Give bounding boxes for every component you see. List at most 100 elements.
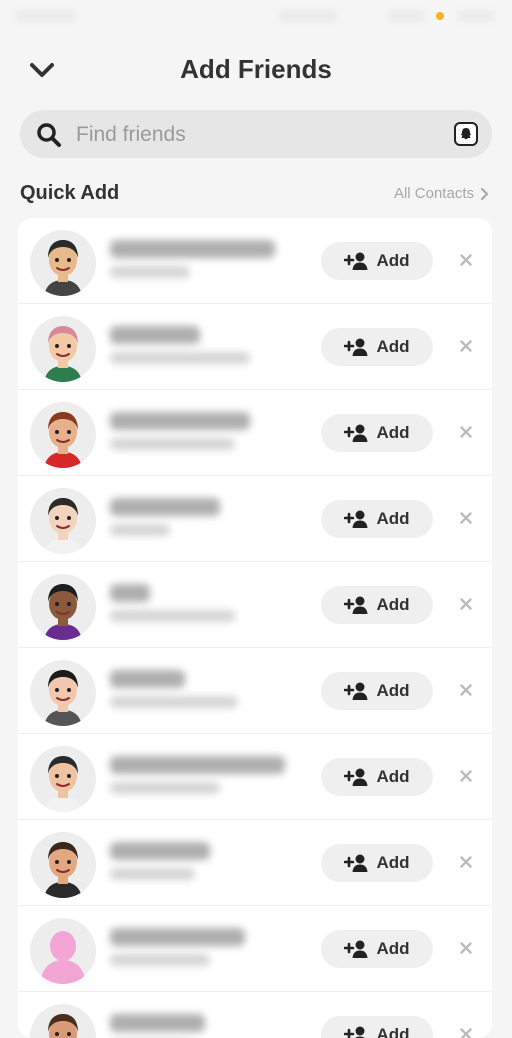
- add-friend-button[interactable]: Add: [321, 844, 433, 882]
- friend-name-blurred: [110, 412, 250, 430]
- avatar[interactable]: [30, 918, 96, 984]
- list-item[interactable]: Add: [18, 304, 492, 390]
- add-friend-button[interactable]: Add: [321, 672, 433, 710]
- bitmoji-avatar-glasses-bun-icon: [30, 746, 96, 812]
- add-friend-icon: [344, 337, 368, 357]
- list-item[interactable]: Add: [18, 992, 492, 1038]
- close-icon: [460, 426, 472, 438]
- add-friend-button[interactable]: Add: [321, 1016, 433, 1038]
- close-icon: [460, 856, 472, 868]
- dismiss-button[interactable]: [454, 248, 478, 272]
- avatar[interactable]: [30, 402, 96, 468]
- add-button-label: Add: [376, 423, 409, 443]
- close-icon: [460, 598, 472, 610]
- search-bar[interactable]: [20, 110, 492, 158]
- dismiss-button[interactable]: [454, 850, 478, 874]
- bitmoji-avatar-partial-icon: [30, 1004, 96, 1038]
- list-item[interactable]: Add: [18, 476, 492, 562]
- friend-name-blurred: [110, 1014, 205, 1032]
- friend-username-blurred: [110, 868, 195, 880]
- add-button-label: Add: [376, 509, 409, 529]
- page-title: Add Friends: [0, 54, 512, 85]
- close-icon: [460, 254, 472, 266]
- avatar[interactable]: [30, 660, 96, 726]
- friend-name-blurred: [110, 498, 220, 516]
- battery-saver-dot-icon: [436, 12, 444, 20]
- list-item[interactable]: Add: [18, 562, 492, 648]
- close-icon: [460, 770, 472, 782]
- add-friend-icon: [344, 595, 368, 615]
- add-friend-icon: [344, 509, 368, 529]
- avatar[interactable]: [30, 488, 96, 554]
- add-friend-button[interactable]: Add: [321, 586, 433, 624]
- add-friend-button[interactable]: Add: [321, 328, 433, 366]
- add-friend-icon: [344, 1025, 368, 1038]
- default-avatar-silhouette-icon: [30, 918, 96, 984]
- friend-name-blurred: [110, 240, 275, 258]
- friend-username-blurred: [110, 438, 235, 450]
- dismiss-button[interactable]: [454, 1022, 478, 1038]
- friend-username-blurred: [110, 954, 210, 966]
- add-button-label: Add: [376, 853, 409, 873]
- bitmoji-avatar-beard-icon: [30, 230, 96, 296]
- list-item[interactable]: Add: [18, 648, 492, 734]
- add-friend-button[interactable]: Add: [321, 930, 433, 968]
- dismiss-button[interactable]: [454, 506, 478, 530]
- add-friend-button[interactable]: Add: [321, 758, 433, 796]
- add-friend-icon: [344, 251, 368, 271]
- close-icon: [460, 684, 472, 696]
- dismiss-button[interactable]: [454, 592, 478, 616]
- friend-name-blurred: [110, 326, 200, 344]
- add-friend-icon: [344, 853, 368, 873]
- avatar[interactable]: [30, 316, 96, 382]
- bitmoji-avatar-sunglasses-bun-icon: [30, 488, 96, 554]
- quick-add-list: Add Add: [18, 218, 492, 1038]
- avatar[interactable]: [30, 1004, 96, 1038]
- avatar[interactable]: [30, 746, 96, 812]
- status-icons: [278, 10, 498, 22]
- bitmoji-avatar-headphones-icon: [30, 832, 96, 898]
- friend-name-blurred: [110, 670, 185, 688]
- bitmoji-avatar-dark-hair-icon: [30, 660, 96, 726]
- add-friend-icon: [344, 939, 368, 959]
- avatar[interactable]: [30, 574, 96, 640]
- close-icon: [460, 1028, 472, 1038]
- add-button-label: Add: [376, 767, 409, 787]
- friend-username-blurred: [110, 610, 235, 622]
- list-item[interactable]: Add: [18, 820, 492, 906]
- status-time-blurred: [16, 10, 76, 22]
- friend-username-blurred: [110, 266, 190, 278]
- status-bar: [0, 0, 512, 34]
- snapcode-scan-button[interactable]: [454, 122, 478, 146]
- close-icon: [460, 512, 472, 524]
- dismiss-button[interactable]: [454, 334, 478, 358]
- close-icon: [460, 340, 472, 352]
- header: Add Friends: [0, 40, 512, 100]
- friend-name-blurred: [110, 584, 150, 602]
- list-item[interactable]: Add: [18, 390, 492, 476]
- add-friend-icon: [344, 681, 368, 701]
- friend-username-blurred: [110, 696, 238, 708]
- search-input[interactable]: [74, 120, 448, 150]
- dismiss-button[interactable]: [454, 764, 478, 788]
- add-friend-button[interactable]: Add: [321, 500, 433, 538]
- quick-add-heading: Quick Add: [20, 182, 119, 205]
- dismiss-button[interactable]: [454, 936, 478, 960]
- dismiss-button[interactable]: [454, 420, 478, 444]
- add-friend-button[interactable]: Add: [321, 414, 433, 452]
- list-item[interactable]: Add: [18, 906, 492, 992]
- add-button-label: Add: [376, 939, 409, 959]
- add-friend-button[interactable]: Add: [321, 242, 433, 280]
- avatar[interactable]: [30, 230, 96, 296]
- list-item[interactable]: Add: [18, 218, 492, 304]
- avatar[interactable]: [30, 832, 96, 898]
- list-item[interactable]: Add: [18, 734, 492, 820]
- bitmoji-avatar-pink-hair-icon: [30, 316, 96, 382]
- bitmoji-avatar-rainbow-icon: [30, 574, 96, 640]
- bitmoji-avatar-devil-horns-icon: [30, 402, 96, 468]
- all-contacts-link[interactable]: All Contacts: [394, 185, 488, 202]
- friend-username-blurred: [110, 524, 170, 536]
- dismiss-button[interactable]: [454, 678, 478, 702]
- chevron-right-icon: [480, 188, 488, 200]
- add-button-label: Add: [376, 1025, 409, 1038]
